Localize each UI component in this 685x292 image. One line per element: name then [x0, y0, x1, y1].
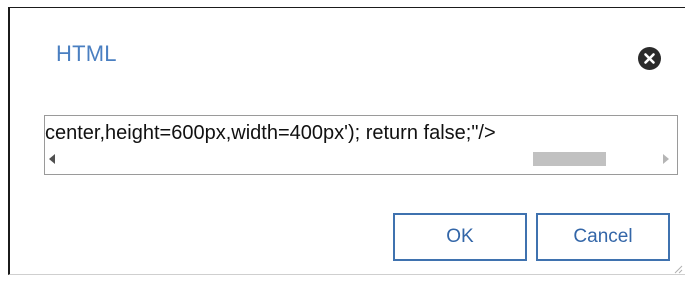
horizontal-scrollbar[interactable] [45, 150, 677, 168]
cancel-button[interactable]: Cancel [536, 213, 670, 261]
dialog-title: HTML [56, 41, 117, 66]
html-code-field[interactable]: center,height=600px,width=400px'); retur… [44, 115, 678, 175]
html-code-text[interactable]: center,height=600px,width=400px'); retur… [45, 122, 496, 145]
arrow-left-icon[interactable] [49, 154, 55, 164]
close-icon[interactable] [638, 47, 661, 70]
html-dialog: HTML center,height=600px,width=400px'); … [8, 7, 685, 275]
ok-button[interactable]: OK [393, 213, 527, 261]
arrow-right-icon[interactable] [663, 154, 669, 164]
resize-grip-icon[interactable] [673, 261, 683, 274]
scrollbar-thumb[interactable] [533, 152, 606, 166]
